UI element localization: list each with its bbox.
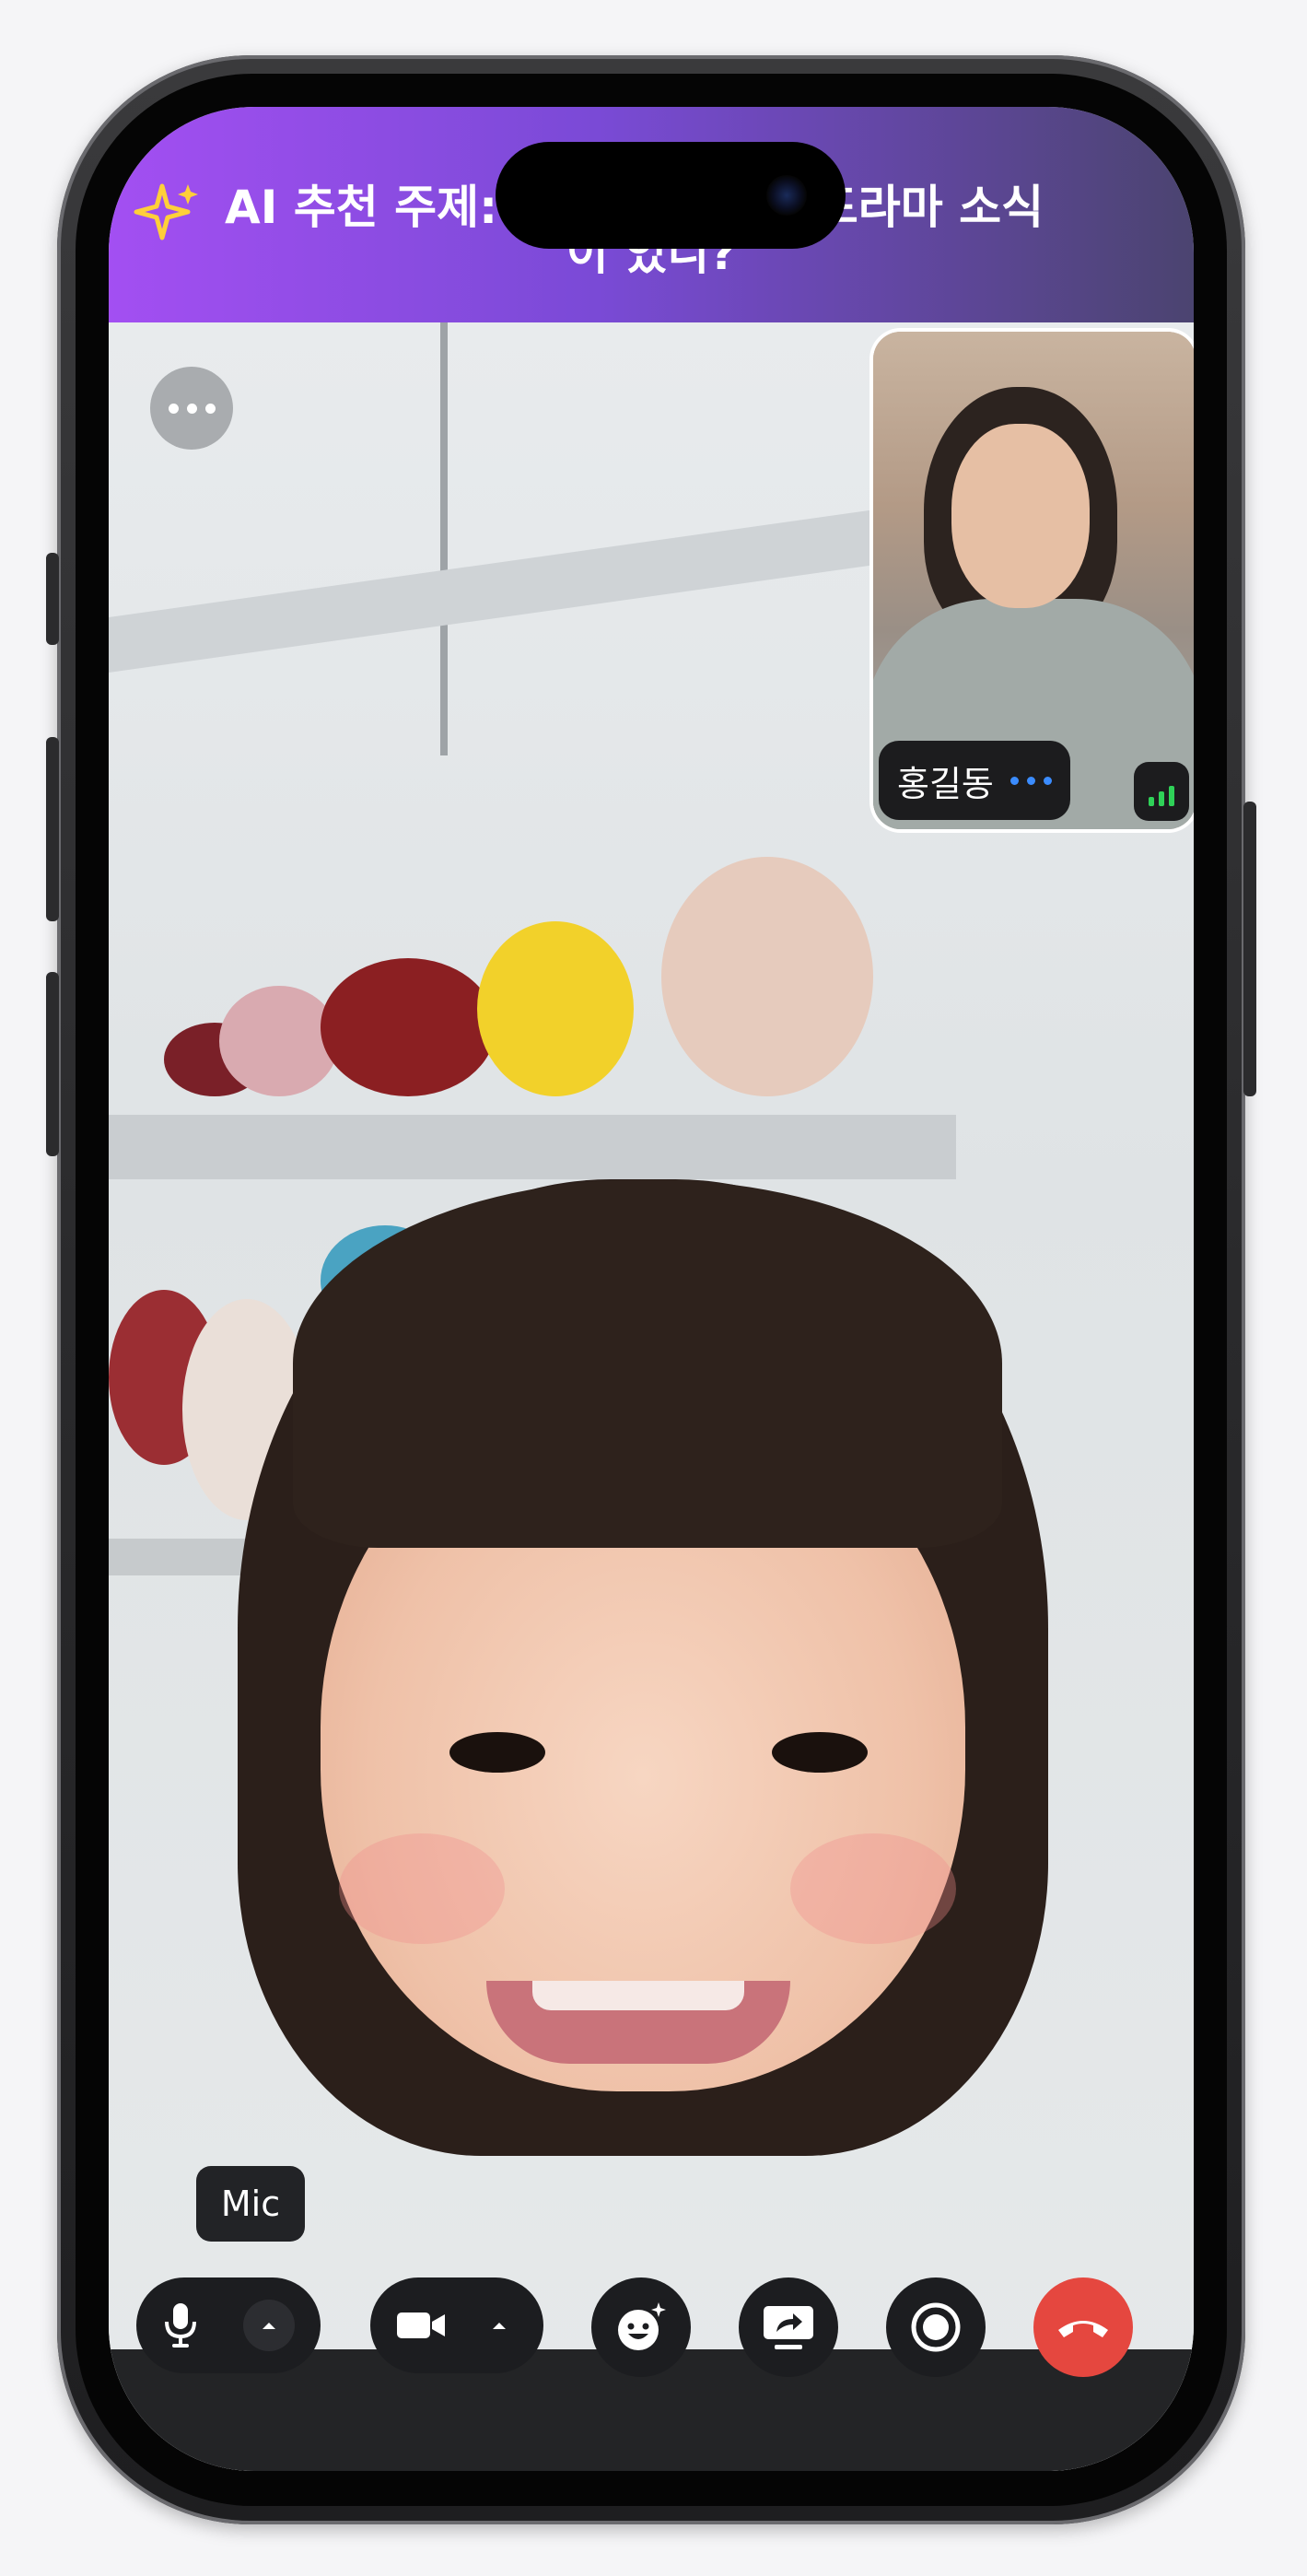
volume-up-button — [46, 737, 59, 921]
record-button[interactable] — [886, 2277, 986, 2377]
power-button — [1243, 802, 1256, 1096]
plush-toy — [321, 958, 496, 1096]
effects-button[interactable] — [591, 2277, 691, 2377]
front-camera — [766, 175, 807, 216]
end-call-button[interactable] — [1033, 2277, 1133, 2377]
eye — [449, 1732, 545, 1773]
microphone-icon — [165, 2303, 196, 2348]
cheek — [339, 1833, 505, 1944]
phone-screen: AI 추천 주제: 요즘 본 영화나 드라마 소식 이 있니? 홍길동 Mic — [109, 107, 1194, 2471]
video-camera-icon — [397, 2313, 445, 2338]
eye — [772, 1732, 868, 1773]
shelf — [109, 1539, 256, 1575]
action-button — [46, 553, 59, 645]
plush-toy — [219, 986, 339, 1096]
more-icon — [168, 403, 216, 414]
cabinet-divider — [440, 322, 448, 755]
camera-control-group — [370, 2277, 543, 2373]
mic-tooltip: Mic — [196, 2166, 305, 2242]
mic-options-button[interactable] — [243, 2300, 295, 2351]
share-screen-icon — [764, 2306, 813, 2349]
more-options-button[interactable] — [150, 367, 233, 450]
chevron-up-icon — [493, 2323, 506, 2329]
hair-bangs — [293, 1179, 1002, 1548]
signal-strength-icon — [1134, 762, 1189, 821]
dynamic-island — [496, 142, 846, 249]
emoji-sparkle-icon — [618, 2302, 666, 2350]
volume-down-button — [46, 972, 59, 1156]
cheek — [790, 1833, 956, 1944]
mic-control-group — [136, 2277, 321, 2373]
camera-button[interactable] — [389, 2298, 453, 2353]
participant-name: 홍길동 — [897, 763, 994, 804]
share-screen-button[interactable] — [739, 2277, 838, 2377]
plush-toy — [661, 857, 873, 1096]
plush-toy — [477, 921, 634, 1096]
participant-name-tag: 홍길동 — [879, 741, 1070, 820]
shelf — [109, 498, 956, 673]
hang-up-icon — [1058, 2321, 1108, 2337]
participant-face — [951, 424, 1090, 608]
chevron-up-icon — [263, 2323, 275, 2329]
teeth — [532, 1981, 744, 2010]
record-icon — [911, 2302, 961, 2352]
speaking-dots-icon — [1009, 776, 1052, 785]
shelf — [109, 1115, 956, 1179]
participant-video-tile[interactable]: 홍길동 — [873, 332, 1194, 829]
camera-options-button[interactable] — [473, 2300, 525, 2351]
microphone-button[interactable] — [153, 2298, 208, 2353]
